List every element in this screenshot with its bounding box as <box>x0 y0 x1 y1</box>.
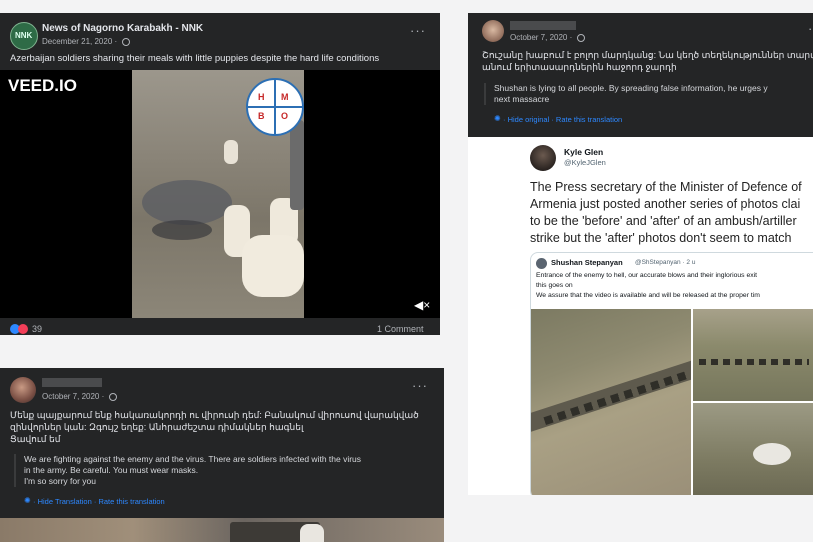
post-caption: Azerbaijan soldiers sharing their meals … <box>10 53 380 64</box>
post-text-armenian: Շուշանը խաբում է բոլոր մարդկանց: Նա կեղծ… <box>482 50 813 60</box>
quoted-text-line: Entrance of the enemy to hell, our accur… <box>536 272 758 279</box>
post-date[interactable]: October 7, 2020 · <box>510 33 586 42</box>
globe-icon <box>577 33 586 42</box>
post-card-shushan: October 7, 2020 · ··· Շուշանը խաբում է բ… <box>468 13 813 495</box>
quoted-author-name: Shushan Stepanyan <box>551 258 623 267</box>
quoted-text-line: We assure that the video is available an… <box>536 292 760 299</box>
quoted-author-handle: @ShStepanyan · 2 u <box>635 259 696 266</box>
user-avatar[interactable] <box>482 20 504 42</box>
redacted-user-name <box>510 21 576 30</box>
channel-logo-badge: H M B O <box>246 78 304 136</box>
tweet-text-line: to be the 'before' and 'after' of an amb… <box>530 214 797 228</box>
more-options-button[interactable]: ··· <box>410 23 426 38</box>
post-card-nnk: NNK News of Nagorno Karabakh - NNK Decem… <box>0 13 440 335</box>
translation-block: Shushan is lying to all people. By sprea… <box>484 83 813 105</box>
embedded-tweet[interactable]: Kyle Glen @KyleJGlen The Press secretary… <box>468 137 813 495</box>
comment-count-link[interactable]: 1 Comment <box>377 324 424 334</box>
settings-icon: ✺ <box>24 496 31 505</box>
tweet-text-line: The Press secretary of the Minister of D… <box>530 180 802 194</box>
tweet-author-avatar <box>530 145 556 171</box>
puppy <box>242 235 304 297</box>
page-name[interactable]: News of Nagorno Karabakh - NNK <box>42 23 203 34</box>
reaction-count: 39 <box>32 324 43 334</box>
post-image-vehicles[interactable] <box>0 518 444 542</box>
post-date[interactable]: December 21, 2020 · <box>42 37 131 46</box>
tweet-text-line: strike but the 'after' photos don't seem… <box>530 231 792 245</box>
translation-line: Shushan is lying to all people. By sprea… <box>494 83 768 93</box>
quoted-photo-explosion[interactable] <box>693 403 813 495</box>
translation-line: We are fighting against the enemy and th… <box>24 454 362 464</box>
post-text-armenian: Մենք պայքարում ենք հակառակորդի ու վիրուս… <box>10 410 419 420</box>
tweet-author-name: Kyle Glen <box>564 147 604 157</box>
redacted-user-name <box>42 378 102 387</box>
avatar-logo-text: NNK <box>15 31 33 40</box>
love-icon <box>18 324 28 334</box>
veed-watermark: VEED.IO <box>8 76 77 95</box>
logo-letter: M <box>281 92 289 102</box>
logo-letter: B <box>258 111 265 121</box>
mute-icon[interactable]: ◀× <box>414 298 430 312</box>
logo-letter: H <box>258 92 265 102</box>
tweet-text-line: Armenia just posted another series of ph… <box>530 197 801 211</box>
soldier <box>300 524 324 542</box>
post-text-armenian: անում երիտասարդներին հաջորդ ջարդի <box>482 62 677 72</box>
globe-icon <box>122 37 131 46</box>
vehicle-column <box>543 371 689 425</box>
quoted-author-avatar <box>536 258 547 269</box>
post-text-armenian: Ցավում եմ <box>10 434 61 444</box>
hide-translation-link[interactable]: · Hide Translation · Rate this translati… <box>33 497 165 506</box>
user-avatar[interactable] <box>10 377 36 403</box>
vehicle-wheel <box>290 120 304 210</box>
translation-line: in the army. Be careful. You must wear m… <box>24 465 199 475</box>
quoted-tweet[interactable]: Shushan Stepanyan @ShStepanyan · 2 u Ent… <box>530 252 813 495</box>
quoted-photo-hills[interactable] <box>693 309 813 401</box>
puddle <box>152 220 212 240</box>
translation-block: We are fighting against the enemy and th… <box>14 454 434 487</box>
translation-line: I'm so sorry for you <box>24 476 97 486</box>
post-date[interactable]: October 7, 2020 · <box>42 392 118 401</box>
hide-original-link[interactable]: · Hide original · Rate this translation <box>503 115 622 124</box>
puddle <box>142 180 232 225</box>
post-text-armenian: զինվորներ կան: Զգույշ եղեք: Անհրաժեշտա դ… <box>10 422 304 432</box>
tweet-author-handle: @KyleJGlen <box>564 158 606 167</box>
quoted-photo-convoy[interactable] <box>531 309 691 495</box>
more-options-button[interactable]: ··· <box>808 21 813 36</box>
more-options-button[interactable]: ··· <box>412 378 428 393</box>
puppy <box>224 140 238 164</box>
logo-letter: O <box>281 111 289 121</box>
page-avatar[interactable]: NNK <box>10 22 38 50</box>
video-player[interactable]: VEED.IO H M B O ◀× <box>0 70 440 318</box>
translation-line: next massacre <box>494 94 550 104</box>
quoted-text-line: this goes on <box>536 282 573 289</box>
settings-icon: ✺ <box>494 114 501 123</box>
post-card-virus: October 7, 2020 · ··· Մենք պայքարում ենք… <box>0 368 444 542</box>
vehicle-column <box>699 359 809 365</box>
globe-icon <box>109 392 118 401</box>
smoke-cloud <box>753 443 791 465</box>
